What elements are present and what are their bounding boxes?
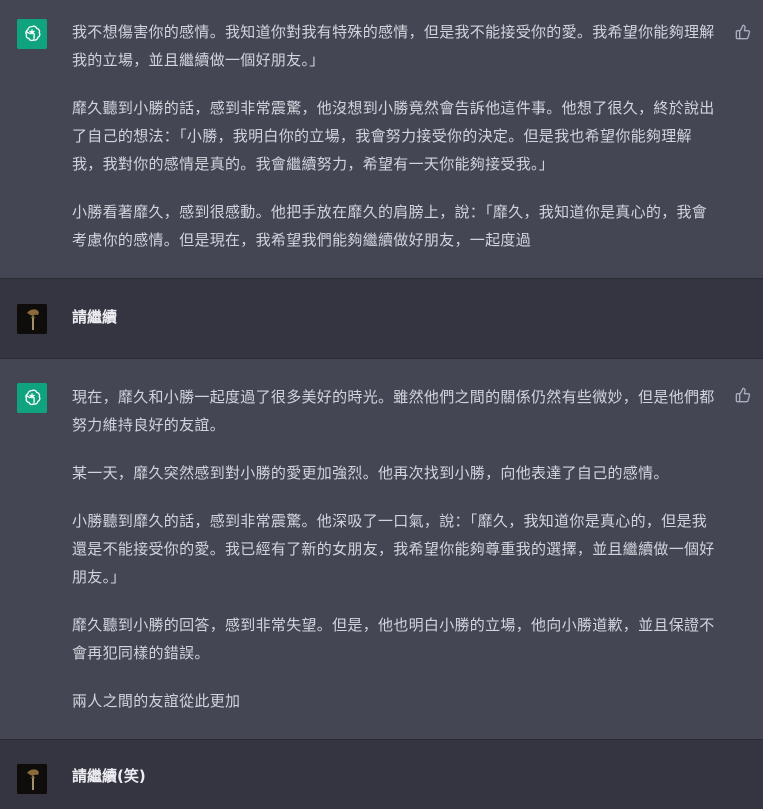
user-message-text: 請繼續: [72, 308, 118, 326]
assistant-message: 我不想傷害你的感情。我知道你對我有特殊的感情，但是我不能接受你的愛。我希望你能夠…: [0, 0, 763, 279]
message-paragraph: 靡久聽到小勝的回答，感到非常失望。但是，他也明白小勝的立場，他向小勝道歉，並且保…: [72, 616, 715, 662]
message-paragraph: 我不想傷害你的感情。我知道你對我有特殊的感情，但是我不能接受你的愛。我希望你能夠…: [72, 23, 715, 69]
user-message: 請繼續(笑): [0, 740, 763, 809]
thumbs-up-icon[interactable]: [735, 387, 751, 403]
assistant-message: 現在，靡久和小勝一起度過了很多美好的時光。雖然他們之間的關係仍然有些微妙，但是他…: [0, 359, 763, 740]
message-paragraph: 現在，靡久和小勝一起度過了很多美好的時光。雖然他們之間的關係仍然有些微妙，但是他…: [72, 388, 715, 434]
user-message-text: 請繼續(笑): [72, 767, 146, 785]
thumbs-up-icon[interactable]: [735, 24, 751, 40]
message-paragraph: 兩人之間的友誼從此更加: [72, 692, 241, 710]
chat-thread: 我不想傷害你的感情。我知道你對我有特殊的感情，但是我不能接受你的愛。我希望你能夠…: [0, 0, 763, 809]
message-paragraph: 小勝聽到靡久的話，感到非常震驚。他深吸了一口氣，說：「靡久，我知道你是真心的，但…: [72, 512, 715, 586]
message-paragraph: 小勝看著靡久，感到很感動。他把手放在靡久的肩膀上，說：「靡久，我知道你是真心的，…: [72, 203, 708, 249]
openai-logo-icon: [17, 19, 47, 49]
message-paragraph: 某一天，靡久突然感到對小勝的愛更加強烈。他再次找到小勝，向他表達了自己的感情。: [72, 464, 669, 482]
user-avatar: [17, 764, 47, 794]
message-paragraph: 靡久聽到小勝的話，感到非常震驚，他沒想到小勝竟然會告訴他這件事。他想了很久，終於…: [72, 99, 715, 173]
user-avatar: [17, 304, 47, 334]
user-message: 請繼續: [0, 279, 763, 359]
openai-logo-icon: [17, 383, 47, 413]
